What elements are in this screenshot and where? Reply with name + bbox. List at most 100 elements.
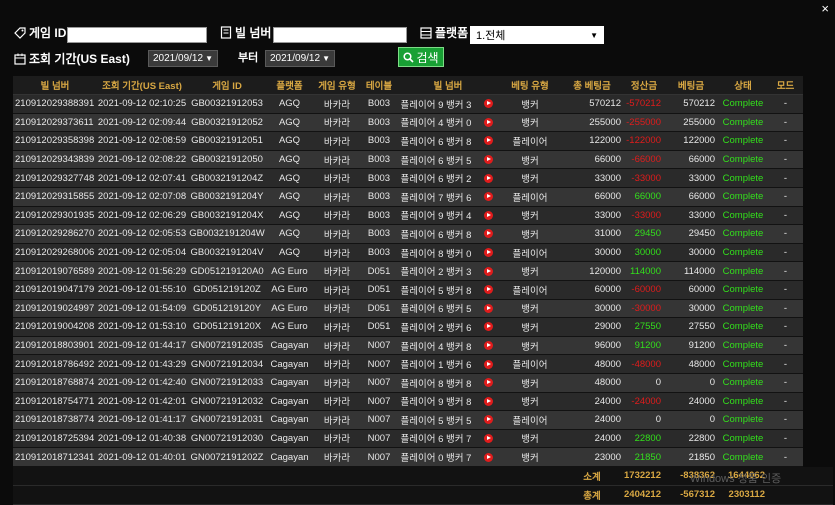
- settlement-cell: -30000: [624, 299, 664, 319]
- between-label: 부터: [238, 52, 259, 64]
- play-icon: [483, 378, 493, 388]
- bill-number-cell: 210912019076589: [13, 261, 97, 281]
- table-row[interactable]: 210912019076589 2021-09-12 01:56:29 GD0512…: [13, 261, 833, 281]
- play-icon: [483, 99, 493, 109]
- game-id-input[interactable]: [67, 27, 207, 43]
- table-row[interactable]: 210912018803901 2021-09-12 01:44:17 GN0072…: [13, 336, 833, 356]
- replay-button[interactable]: [476, 447, 500, 467]
- close-icon[interactable]: ×: [821, 1, 829, 16]
- replay-button[interactable]: [476, 261, 500, 281]
- table-row[interactable]: 210912019024997 2021-09-12 01:54:09 GD0512…: [13, 299, 833, 319]
- replay-button[interactable]: [476, 336, 500, 356]
- bill-number-cell: 210912018725394: [13, 429, 97, 449]
- status-cell: Complete: [718, 299, 768, 319]
- replay-button[interactable]: [476, 373, 500, 393]
- col-header: 모드: [768, 76, 803, 95]
- settlement-cell: -255000: [624, 113, 664, 133]
- total-bet-cell: 30000: [560, 243, 624, 263]
- table-row[interactable]: 210912029268006 2021-09-12 02:05:04 GB0032…: [13, 243, 833, 263]
- table-row[interactable]: 210912018725394 2021-09-12 01:40:38 GN0072…: [13, 429, 833, 449]
- replay-button[interactable]: [476, 354, 500, 374]
- table-row[interactable]: 210912029388391 2021-09-12 02:10:25 GB0032…: [13, 94, 833, 114]
- chevron-down-icon: ▼: [205, 54, 213, 63]
- replay-button[interactable]: [476, 224, 500, 244]
- col-header: 베팅 유형: [500, 76, 560, 95]
- game-type-cell: 바카라: [312, 224, 362, 244]
- bet-type-cell: 뱅커: [500, 224, 560, 244]
- replay-button[interactable]: [476, 187, 500, 207]
- settlement-cell: 0: [624, 410, 664, 430]
- play-icon: [483, 155, 493, 165]
- game-id-cell: GB0032191204V: [187, 243, 267, 263]
- game-id-cell: GD051219120Y: [187, 299, 267, 319]
- replay-button[interactable]: [476, 206, 500, 226]
- platform-cell: AG Euro: [267, 280, 312, 300]
- platform-cell: AGQ: [267, 243, 312, 263]
- total-bet-cell: 66000: [560, 150, 624, 170]
- platform-cell: AG Euro: [267, 299, 312, 319]
- mode-cell: -: [768, 447, 803, 467]
- result-cell: 플레이어 5 뱅커 5: [396, 410, 476, 430]
- total-bet-cell: 24000: [560, 410, 624, 430]
- status-cell: Complete: [718, 410, 768, 430]
- result-cell: 플레이어 6 뱅커 5: [396, 299, 476, 319]
- bet-amount-cell: 66000: [664, 187, 718, 207]
- mode-cell: -: [768, 150, 803, 170]
- table-row[interactable]: 210912019004208 2021-09-12 01:53:10 GD0512…: [13, 317, 833, 337]
- replay-button[interactable]: [476, 131, 500, 151]
- end-date-picker[interactable]: 2021/09/12 ▼: [265, 50, 335, 67]
- replay-button[interactable]: [476, 392, 500, 412]
- table-row[interactable]: 210912018786492 2021-09-12 01:43:29 GN0072…: [13, 354, 833, 374]
- bet-type-cell: 뱅커: [500, 373, 560, 393]
- table-row[interactable]: 210912019047179 2021-09-12 01:55:10 GD0512…: [13, 280, 833, 300]
- game-type-cell: 바카라: [312, 299, 362, 319]
- table-row[interactable]: 210912018738774 2021-09-12 01:41:17 GN0072…: [13, 410, 833, 430]
- table-row[interactable]: 210912029358398 2021-09-12 02:08:59 GB0032…: [13, 131, 833, 151]
- table-cell: B003: [362, 206, 396, 226]
- platform-cell: Cagayan: [267, 429, 312, 449]
- table-row[interactable]: 210912018768874 2021-09-12 01:42:40 GN0072…: [13, 373, 833, 393]
- start-date-picker[interactable]: 2021/09/12 ▼: [148, 50, 218, 67]
- game-id-cell: GD051219120Z: [187, 280, 267, 300]
- platform-cell: AGQ: [267, 94, 312, 114]
- replay-button[interactable]: [476, 410, 500, 430]
- table-cell: N007: [362, 392, 396, 412]
- replay-button[interactable]: [476, 113, 500, 133]
- table-cell: D051: [362, 299, 396, 319]
- replay-button[interactable]: [476, 150, 500, 170]
- replay-button[interactable]: [476, 94, 500, 114]
- bet-amount-cell: 0: [664, 373, 718, 393]
- platform-cell: Cagayan: [267, 373, 312, 393]
- time-cell: 2021-09-12 02:07:08: [97, 187, 187, 207]
- table-row[interactable]: 210912029315855 2021-09-12 02:07:08 GB0032…: [13, 187, 833, 207]
- mode-cell: -: [768, 392, 803, 412]
- total-bet-cell: 24000: [560, 429, 624, 449]
- search-button[interactable]: 검색: [398, 47, 444, 67]
- total-bet-cell: 122000: [560, 131, 624, 151]
- table-row[interactable]: 210912029373611 2021-09-12 02:09:44 GB0032…: [13, 113, 833, 133]
- platform-select[interactable]: 1.전체 ▼: [470, 26, 604, 44]
- replay-button[interactable]: [476, 280, 500, 300]
- table-row[interactable]: 210912018712341 2021-09-12 01:40:01 GN0072…: [13, 447, 833, 467]
- time-cell: 2021-09-12 01:43:29: [97, 354, 187, 374]
- play-icon: [483, 415, 493, 425]
- replay-button[interactable]: [476, 299, 500, 319]
- replay-button[interactable]: [476, 317, 500, 337]
- table-row[interactable]: 210912018754771 2021-09-12 01:42:01 GN0072…: [13, 392, 833, 412]
- bet-type-cell: 플레이어: [500, 131, 560, 151]
- bet-type-cell: 플레이어: [500, 410, 560, 430]
- game-type-cell: 바카라: [312, 131, 362, 151]
- replay-button[interactable]: [476, 243, 500, 263]
- play-icon: [483, 322, 493, 332]
- table-row[interactable]: 210912029286270 2021-09-12 02:05:53 GB0032…: [13, 224, 833, 244]
- bill-no-input[interactable]: [273, 27, 407, 43]
- status-cell: Complete: [718, 336, 768, 356]
- status-cell: Complete: [718, 131, 768, 151]
- table-row[interactable]: 210912029301935 2021-09-12 02:06:29 GB0032…: [13, 206, 833, 226]
- replay-button[interactable]: [476, 429, 500, 449]
- play-icon: [483, 396, 493, 406]
- table-row[interactable]: 210912029327748 2021-09-12 02:07:41 GB0032…: [13, 168, 833, 188]
- replay-button[interactable]: [476, 168, 500, 188]
- table-row[interactable]: 210912029343839 2021-09-12 02:08:22 GB0032…: [13, 150, 833, 170]
- total-bet-cell: 570212: [560, 94, 624, 114]
